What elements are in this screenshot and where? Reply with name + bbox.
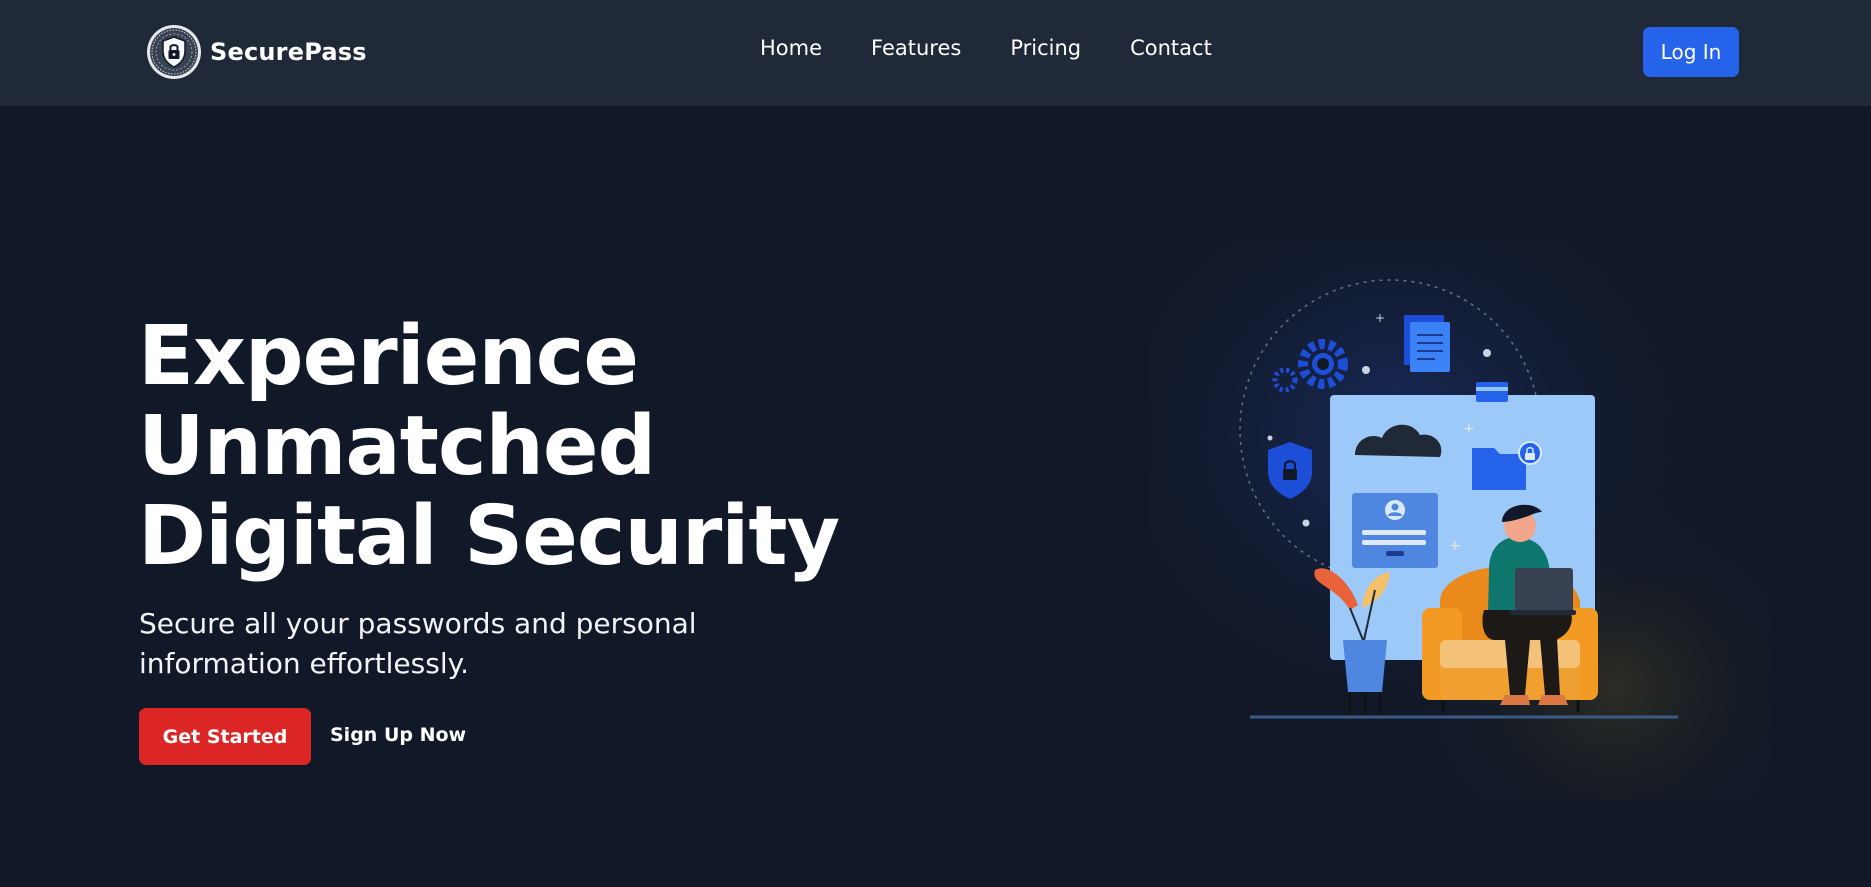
laptop-icon <box>1515 568 1573 612</box>
nav-link-features[interactable]: Features <box>871 36 961 60</box>
nav-item-features: Features <box>871 36 961 60</box>
brand-link[interactable]: SecurePass <box>146 24 367 80</box>
svg-text:+: + <box>1463 421 1475 437</box>
nav-item-home: Home <box>760 36 822 60</box>
nav-item-pricing: Pricing <box>1010 36 1081 60</box>
hero-title: Experience Unmatched Digital Security <box>138 312 898 582</box>
hero-title-line: Digital Security <box>138 489 840 584</box>
folder-icon <box>1472 448 1526 490</box>
sign-up-link[interactable]: Sign Up Now <box>330 724 466 746</box>
hero-subtitle: Secure all your passwords and personal i… <box>139 607 697 680</box>
navbar: SecurePass Home Features Pricing Contact… <box>0 0 1871 106</box>
shield-lock-icon <box>147 25 201 79</box>
main-nav: Home Features Pricing Contact <box>760 36 1212 60</box>
svg-text:+: + <box>1375 311 1385 325</box>
svg-text:+: + <box>1449 538 1461 554</box>
nav-link-contact[interactable]: Contact <box>1130 36 1212 60</box>
hero-title-line: Unmatched <box>138 399 656 494</box>
hero-title-line: Experience <box>138 309 639 404</box>
hero-illustration: + + + <box>1150 240 1770 800</box>
brand-name: SecurePass <box>210 38 367 66</box>
nav-link-home[interactable]: Home <box>760 36 822 60</box>
credit-card-icon <box>1476 382 1508 402</box>
nav-link-pricing[interactable]: Pricing <box>1010 36 1081 60</box>
get-started-button[interactable]: Get Started <box>139 708 311 765</box>
login-button[interactable]: Log In <box>1643 27 1739 77</box>
nav-item-contact: Contact <box>1130 36 1212 60</box>
